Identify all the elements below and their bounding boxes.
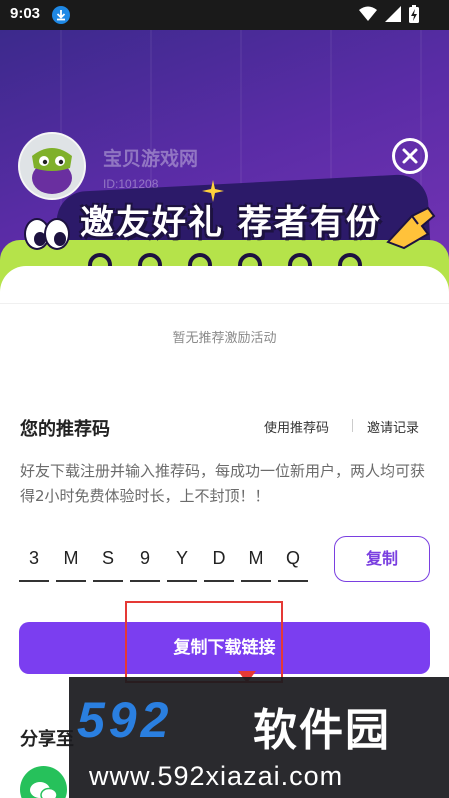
close-button[interactable] [392,138,428,174]
avatar [18,132,86,200]
status-bar: 9:03 [0,0,449,30]
code-char: M [56,542,86,582]
empty-activity-text: 暂无推荐激励活动 [172,331,277,346]
user-name: 宝贝游戏网 [103,148,199,170]
code-char: D [204,542,234,582]
copy-code-button[interactable]: 复制 [334,536,430,582]
close-icon [402,148,418,164]
watermark-name: 软件园 [253,705,391,756]
use-referral-code-link[interactable]: 使用推荐码 [264,417,329,436]
watermark-url: www.592xiazai.com [89,761,344,791]
watermark-logo: 592 [77,692,173,748]
code-char: 3 [19,542,49,582]
invite-record-link[interactable]: 邀请记录 [367,417,419,436]
signal-icon [385,6,401,22]
code-char: 9 [130,542,160,582]
battery-charging-icon [409,5,419,23]
code-char: Y [167,542,197,582]
cartoon-eye-icon [44,218,70,250]
watermark: 592 软件园 www.592xiazai.com [69,677,449,798]
referral-code-title: 您的推荐码 [20,419,110,440]
wifi-icon [359,6,377,21]
code-char: M [241,542,271,582]
share-label: 分享至 [20,729,74,750]
code-char: S [93,542,123,582]
status-time: 9:03 [10,5,41,22]
referral-description: 好友下载注册并输入推荐码，每成功一位新用户，两人均可获得2小时免费体验时长，上不… [20,462,426,505]
download-icon [52,6,70,24]
wechat-share-button[interactable] [20,766,67,798]
link-divider [352,419,353,432]
banner-title: 邀友好礼 荐者有份 [80,203,382,243]
code-char: Q [278,542,308,582]
highlight-box [125,601,283,683]
hand-icon [386,206,436,250]
wechat-icon [30,782,58,798]
